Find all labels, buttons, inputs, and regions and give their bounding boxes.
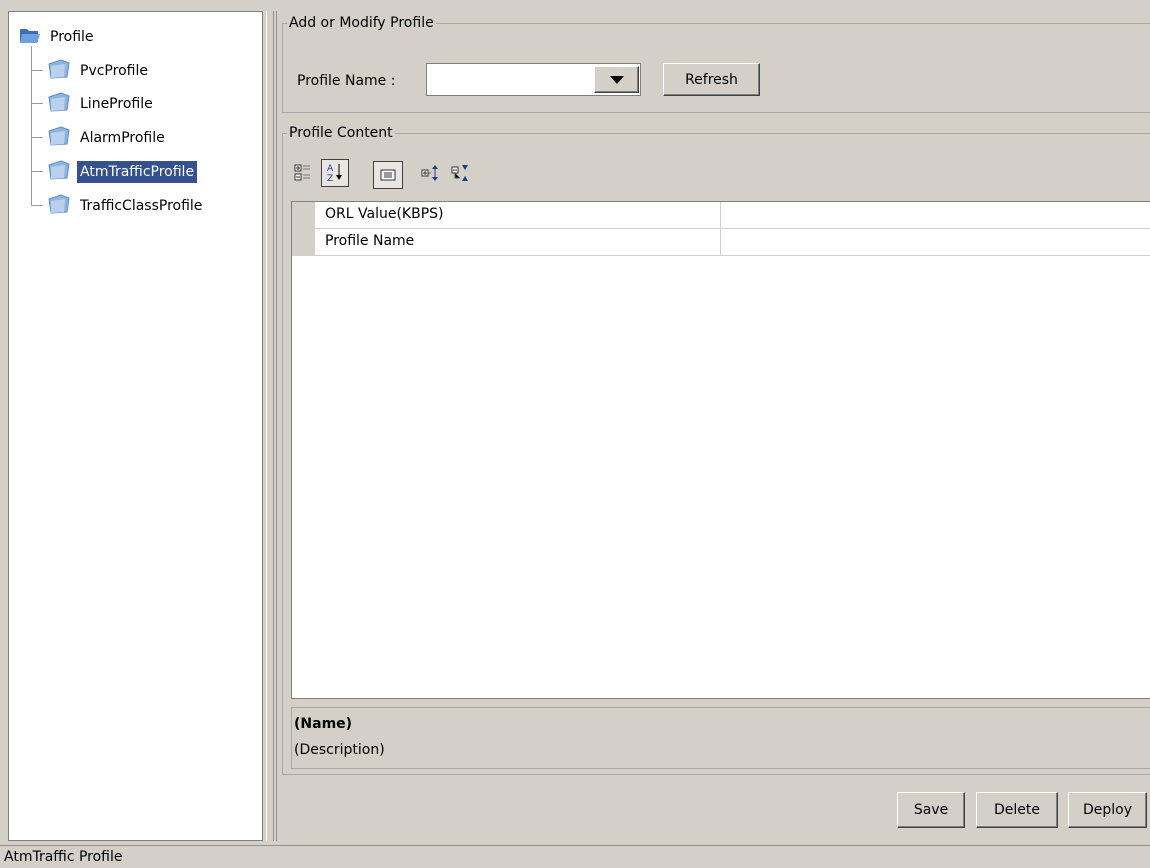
folder-icon (47, 159, 71, 185)
description-toggle-button[interactable] (373, 161, 403, 189)
property-name: ORL Value(KBPS) (325, 206, 444, 222)
folder-icon (47, 58, 71, 84)
description-text: (Description) (294, 742, 385, 758)
categorized-view-icon (294, 164, 310, 181)
folder-icon (47, 125, 71, 151)
expand-all-button[interactable] (419, 161, 443, 185)
deploy-button[interactable]: Deploy (1068, 792, 1147, 828)
column-divider (720, 229, 721, 255)
sort-alphabetical-icon: A Z (327, 164, 342, 184)
tree-item-alarmprofile[interactable]: AlarmProfile (47, 125, 168, 151)
section-title: Profile Content (289, 125, 393, 141)
tree-connector (31, 171, 43, 172)
tree-connector (31, 70, 43, 71)
folder-icon (47, 193, 71, 219)
categorized-view-button[interactable] (291, 161, 315, 185)
collapse-all-icon (451, 165, 468, 181)
table-row[interactable]: ORL Value(KBPS) (292, 202, 1150, 229)
tree-connector (31, 205, 43, 206)
expand-all-icon (421, 165, 438, 181)
table-row[interactable]: Profile Name (292, 229, 1150, 256)
open-folder-icon (19, 26, 41, 48)
description-toggle-icon (380, 169, 396, 181)
tree-connector (31, 103, 43, 104)
sort-alphabetical-button[interactable]: A Z (321, 159, 349, 187)
property-value[interactable] (728, 206, 1138, 224)
profile-tree[interactable]: Profile PvcProfile LineProfile AlarmProf… (8, 11, 263, 841)
delete-button[interactable]: Delete (976, 792, 1058, 828)
save-button[interactable]: Save (897, 792, 965, 828)
column-divider (720, 202, 721, 228)
folder-icon (47, 91, 71, 117)
property-table[interactable]: ORL Value(KBPS) Profile Name (291, 201, 1150, 699)
refresh-button[interactable]: Refresh (663, 63, 760, 96)
status-bar: AtmTraffic Profile (0, 845, 1150, 868)
tree-item-atmtrafficprofile[interactable]: AtmTrafficProfile (47, 159, 198, 185)
tree-connector (31, 137, 43, 138)
chevron-down-icon (609, 75, 624, 84)
status-text: AtmTraffic Profile (4, 849, 123, 865)
profile-name-label: Profile Name : (297, 73, 396, 89)
svg-text:Z: Z (327, 174, 333, 184)
property-name: Profile Name (325, 233, 415, 249)
profile-name-combobox[interactable] (426, 63, 641, 96)
tree-item-lineprofile[interactable]: LineProfile (47, 91, 156, 117)
description-name: (Name) (294, 716, 353, 732)
row-gutter (292, 202, 315, 228)
profile-editor-panel: Add or Modify Profile Profile Name : Ref… (276, 11, 1150, 841)
collapse-all-button[interactable] (449, 161, 473, 185)
description-panel: (Name) (Description) (291, 707, 1150, 769)
tree-item-pvcprofile[interactable]: PvcProfile (47, 58, 151, 84)
row-gutter (292, 229, 315, 255)
property-value[interactable] (728, 233, 1138, 251)
tree-root-profile[interactable]: Profile (19, 24, 97, 50)
svg-text:A: A (327, 164, 334, 174)
section-title: Add or Modify Profile (289, 15, 434, 31)
tree-item-trafficclassprofile[interactable]: TrafficClassProfile (47, 193, 205, 219)
splitter[interactable] (266, 11, 274, 841)
dropdown-button[interactable] (594, 66, 639, 93)
